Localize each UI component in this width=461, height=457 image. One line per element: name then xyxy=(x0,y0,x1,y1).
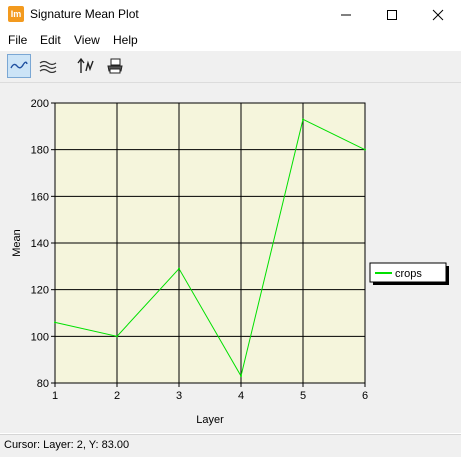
menu-edit[interactable]: Edit xyxy=(40,33,61,47)
y-tick-label: 80 xyxy=(37,378,49,390)
data-point xyxy=(116,335,118,338)
x-axis-label: Layer xyxy=(196,414,224,426)
multi-line-plot-button[interactable] xyxy=(36,54,60,78)
single-line-plot-button[interactable] xyxy=(7,54,31,78)
data-point xyxy=(178,267,180,270)
x-tick-label: 3 xyxy=(176,390,182,402)
title-bar: Im Signature Mean Plot xyxy=(0,0,461,30)
data-point xyxy=(364,148,366,151)
menu-file[interactable]: File xyxy=(8,33,27,47)
x-tick-label: 6 xyxy=(362,390,368,402)
minimize-button[interactable] xyxy=(323,0,369,30)
signature-mean-chart[interactable]: 80 100 120 140 160 180 200 1 2 3 4 5 6 Layer Mean crops xyxy=(0,83,461,433)
close-button[interactable] xyxy=(415,0,461,30)
print-button[interactable] xyxy=(103,54,127,78)
menu-view[interactable]: View xyxy=(74,33,100,47)
y-tick-label: 160 xyxy=(31,191,49,203)
y-tick-label: 180 xyxy=(31,145,49,157)
x-tick-label: 1 xyxy=(52,390,58,402)
x-tick-label: 5 xyxy=(300,390,306,402)
data-point xyxy=(240,375,242,377)
x-tick-label: 4 xyxy=(238,390,244,402)
menu-help[interactable]: Help xyxy=(113,33,138,47)
maximize-button[interactable] xyxy=(369,0,415,30)
multi-line-plot-icon xyxy=(39,60,57,73)
toolbar xyxy=(0,51,461,83)
legend-label: crops xyxy=(395,268,422,280)
switch-axis-icon xyxy=(77,57,94,73)
y-tick-label: 100 xyxy=(31,331,49,343)
close-icon xyxy=(432,9,444,21)
status-bar: Cursor: Layer: 2, Y: 83.00 xyxy=(0,434,461,457)
app-icon: Im xyxy=(8,6,24,22)
data-point xyxy=(54,321,56,324)
y-axis-label: Mean xyxy=(11,229,23,257)
switch-axis-button[interactable] xyxy=(74,54,98,78)
single-line-plot-icon xyxy=(10,61,28,69)
data-point xyxy=(302,118,304,121)
y-tick-label: 140 xyxy=(31,238,49,250)
cursor-readout: Cursor: Layer: 2, Y: 83.00 xyxy=(4,439,130,451)
menu-bar: File Edit View Help xyxy=(0,30,461,50)
window-title: Signature Mean Plot xyxy=(30,7,139,21)
maximize-icon xyxy=(387,10,397,20)
minimize-icon xyxy=(341,14,351,16)
y-tick-label: 120 xyxy=(31,285,49,297)
plot-area: 80 100 120 140 160 180 200 1 2 3 4 5 6 Layer Mean crops xyxy=(0,83,461,433)
x-tick-label: 2 xyxy=(114,390,120,402)
y-tick-label: 200 xyxy=(31,98,49,110)
print-icon xyxy=(107,58,123,74)
